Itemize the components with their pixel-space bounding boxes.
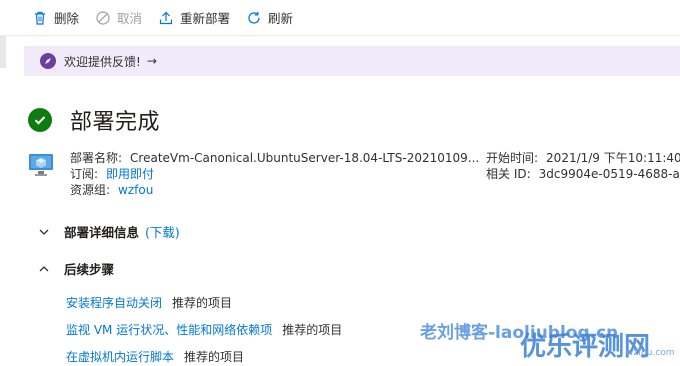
page-title: 部署完成 — [70, 110, 161, 135]
deployment-name-label: 部署名称: — [70, 151, 123, 165]
start-time-value: 2021/1/9 下午10:11:40 — [546, 151, 680, 165]
feedback-text: 欢迎提供反馈! — [64, 54, 141, 69]
deployment-name-row: 部署名称: CreateVm-Canonical.UbuntuServer-18.… — [70, 150, 479, 166]
deployment-details-toggle[interactable]: 部署详细信息 (下载) — [38, 222, 180, 241]
watermark-url: wzfou.com — [626, 348, 675, 358]
subscription-label: 订阅: — [70, 167, 99, 181]
next-step-item: 安装程序自动关闭 推荐的项目 — [66, 294, 232, 311]
redeploy-label: 重新部署 — [180, 11, 231, 26]
deployment-details-title: 部署详细信息 — [64, 225, 140, 240]
cancel-icon — [95, 10, 111, 26]
correlation-id-value: 3dc9904e-0519-4688-a9 — [538, 167, 680, 181]
delete-label: 删除 — [54, 11, 80, 26]
next-step-link[interactable]: 监视 VM 运行状况、性能和网络依赖项 — [66, 323, 272, 337]
subscription-row: 订阅: 即用即付 — [70, 166, 154, 182]
resource-group-row: 资源组: wzfou — [70, 182, 153, 198]
recommended-tag: 推荐的项目 — [184, 350, 245, 364]
title-row: 部署完成 — [28, 104, 160, 136]
next-step-link[interactable]: 在虚拟机内运行脚本 — [66, 350, 174, 364]
resource-group-label: 资源组: — [70, 183, 111, 197]
feedback-banner[interactable]: 欢迎提供反馈! → — [24, 46, 680, 76]
chevron-up-icon — [38, 263, 50, 275]
next-steps-toggle[interactable]: 后续步骤 — [38, 259, 114, 278]
cancel-label: 取消 — [117, 11, 143, 26]
subscription-link[interactable]: 即用即付 — [106, 167, 154, 181]
correlation-id-label: 相关 ID: — [486, 167, 531, 181]
refresh-button[interactable]: 刷新 — [246, 0, 293, 36]
upload-icon — [158, 10, 174, 26]
left-edge-strip — [0, 36, 6, 68]
cancel-button[interactable]: 取消 — [95, 0, 142, 36]
command-toolbar: 删除 取消 重新部署 刷新 — [0, 0, 680, 36]
success-check-icon — [28, 108, 52, 132]
refresh-label: 刷新 — [268, 11, 294, 26]
trash-icon — [32, 10, 48, 26]
delete-button[interactable]: 删除 — [32, 0, 79, 36]
next-steps-title: 后续步骤 — [64, 262, 115, 277]
chevron-down-icon — [38, 226, 50, 238]
resource-group-link[interactable]: wzfou — [118, 183, 153, 197]
rocket-icon — [40, 53, 56, 69]
arrow-right-icon: → — [146, 54, 157, 68]
recommended-tag: 推荐的项目 — [172, 296, 233, 310]
correlation-id-row: 相关 ID: 3dc9904e-0519-4688-a9 — [486, 166, 680, 182]
virtual-machine-icon — [28, 152, 54, 178]
start-time-row: 开始时间: 2021/1/9 下午10:11:40 — [486, 150, 680, 166]
download-link[interactable]: (下载) — [145, 222, 180, 241]
next-step-link[interactable]: 安装程序自动关闭 — [66, 296, 162, 310]
refresh-icon — [246, 10, 262, 26]
next-step-item: 监视 VM 运行状况、性能和网络依赖项 推荐的项目 — [66, 321, 342, 338]
recommended-tag: 推荐的项目 — [282, 323, 343, 337]
deployment-name-value: CreateVm-Canonical.UbuntuServer-18.04-LT… — [130, 151, 480, 165]
start-time-label: 开始时间: — [486, 151, 539, 165]
next-step-item: 在虚拟机内运行脚本 推荐的项目 — [66, 348, 244, 365]
redeploy-button[interactable]: 重新部署 — [158, 0, 230, 36]
